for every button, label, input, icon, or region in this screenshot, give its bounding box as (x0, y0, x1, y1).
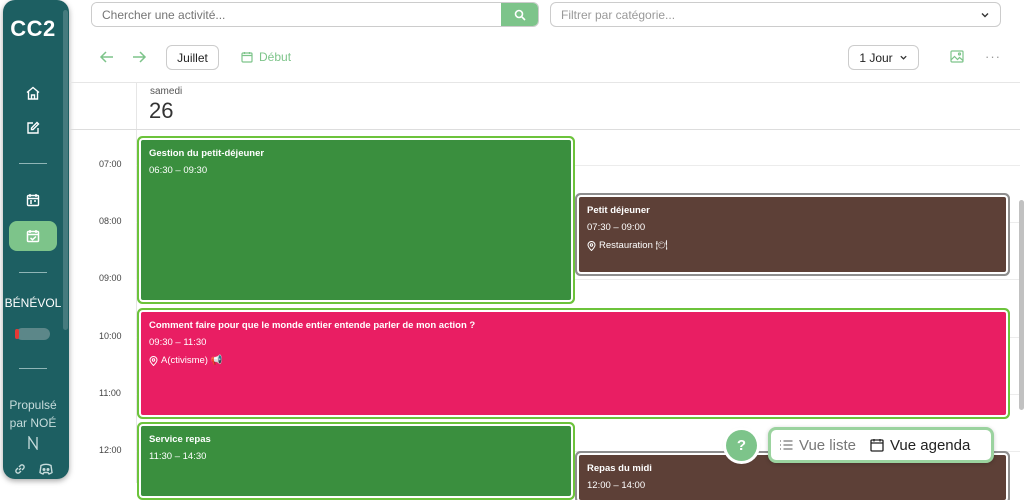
noe-logo-icon (28, 434, 38, 452)
search-input[interactable] (92, 3, 501, 26)
home-icon (26, 86, 40, 100)
event-time: 07:30 – 09:00 (587, 222, 646, 233)
previous-arrow-icon[interactable] (99, 49, 115, 65)
sidebar-scrollbar[interactable] (63, 10, 68, 330)
sidebar-section-label: BÉNÉVOL (4, 296, 62, 310)
hour-label: 11:00 (99, 387, 121, 398)
event-time: 12:00 – 14:00 (587, 480, 646, 491)
event-time: 11:30 – 14:30 (149, 451, 207, 462)
mode-toggle[interactable] (15, 328, 50, 340)
sidebar-item-home[interactable] (9, 78, 57, 108)
event-place: Restauration 🍽 (587, 240, 998, 251)
more-icon[interactable]: ··· (985, 49, 1001, 64)
list-icon (780, 440, 793, 450)
hour-label: 09:00 (99, 273, 122, 284)
event-title: Repas du midi (587, 463, 652, 474)
hour-label: 07:00 (99, 159, 122, 169)
event-time: 09:30 – 11:30 (149, 337, 207, 348)
event-place: A(ctivisme) 📢 (149, 355, 998, 366)
event-title: Comment faire pour que le monde entier e… (149, 320, 476, 331)
sidebar-divider (19, 368, 47, 369)
location-pin-icon (149, 355, 158, 366)
hour-label: 10:00 (99, 330, 122, 341)
edit-icon (27, 121, 40, 134)
agenda-view-label: Vue agenda (889, 436, 971, 454)
powered-by-line2: par NOÉ (9, 416, 57, 430)
calendar-icon (241, 52, 253, 63)
powered-by-line1: Propulsé (9, 398, 57, 412)
calendar-scrollbar[interactable] (1019, 200, 1024, 410)
location-pin-icon (587, 240, 596, 251)
next-arrow-icon[interactable] (131, 49, 147, 65)
event-time: 06:30 – 09:30 (149, 165, 208, 176)
time-column-divider (136, 82, 137, 483)
search-icon (514, 9, 526, 21)
calendar-header-divider (70, 129, 1020, 130)
app-logo: CC2 (10, 16, 56, 41)
category-filter-placeholder: Filtrer par catégorie... (561, 7, 676, 22)
event-place-label: Restauration 🍽 (599, 240, 668, 251)
start-label: Début (259, 50, 292, 64)
sidebar-item-edit[interactable] (9, 113, 57, 143)
search-button[interactable] (501, 3, 538, 26)
sidebar-divider (19, 163, 47, 164)
calendar-icon (870, 439, 884, 452)
event-breakfast[interactable]: Petit déjeuner 07:30 – 09:00 Restauratio… (579, 197, 1006, 272)
day-number: 26 (149, 98, 174, 123)
range-select[interactable]: 1 Jour (848, 45, 919, 70)
event-title: Petit déjeuner (587, 205, 650, 216)
event-place-label: A(ctivisme) 📢 (161, 355, 223, 366)
calendar-list-icon (26, 194, 40, 207)
view-switcher: Vue liste Vue agenda (768, 427, 994, 463)
chevron-down-icon (981, 12, 989, 17)
sidebar-item-agenda[interactable] (9, 221, 57, 251)
event-title: Service repas (149, 434, 211, 445)
list-view-button[interactable]: Vue liste (779, 437, 856, 454)
powered-by: Propulsé par NOÉ (3, 396, 63, 455)
day-name: samedi (150, 86, 183, 97)
category-filter[interactable]: Filtrer par catégorie... (550, 2, 1001, 27)
image-icon[interactable] (950, 50, 964, 63)
chevron-down-icon (900, 55, 907, 60)
hour-label: 08:00 (99, 216, 122, 227)
event-title: Gestion du petit-déjeuner (149, 148, 265, 159)
link-icon[interactable] (13, 462, 27, 476)
range-label: 1 Jour (859, 50, 893, 65)
hour-label: 12:00 (99, 445, 122, 455)
event-meal-service[interactable]: Service repas 11:30 – 14:30 (141, 426, 571, 496)
sidebar-divider (19, 272, 47, 273)
search-bar (91, 2, 539, 27)
agenda-view-button[interactable]: Vue agenda (870, 437, 970, 454)
month-button[interactable]: Juillet (166, 45, 219, 70)
discord-icon[interactable] (38, 462, 54, 476)
sidebar: CC2 BÉNÉVOL Propulsé par NOÉ (3, 0, 69, 479)
start-button[interactable]: Début (241, 50, 291, 64)
sidebar-item-calendar[interactable] (9, 185, 57, 215)
event-activism-talk[interactable]: Comment faire pour que le monde entier e… (141, 312, 1006, 415)
calendar-top-divider (70, 82, 1020, 83)
list-view-label: Vue liste (799, 436, 856, 454)
calendar-check-icon (26, 230, 40, 243)
help-button[interactable]: ? (726, 430, 757, 461)
event-breakfast-management[interactable]: Gestion du petit-déjeuner 06:30 – 09:30 (141, 140, 571, 300)
